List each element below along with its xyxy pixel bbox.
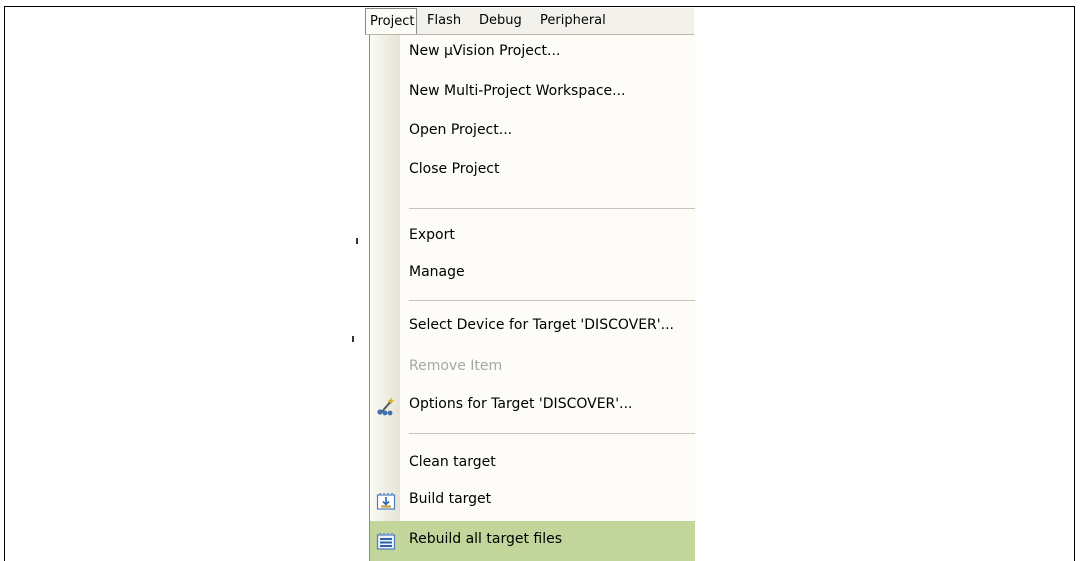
menu-item-export[interactable]: Export [370, 219, 695, 255]
menu-item-label: Clean target [409, 454, 496, 470]
menu-item-new-uvision-project[interactable]: New µVision Project... [370, 35, 695, 71]
menu-item-label: Build target [409, 491, 492, 507]
menu-item-label: Options for Target 'DISCOVER'... [409, 396, 633, 412]
project-dropdown-menu: New µVision Project... New Multi-Project… [369, 35, 695, 561]
menu-item-select-device[interactable]: Select Device for Target 'DISCOVER'... [370, 309, 695, 345]
menubar-item-peripherals[interactable]: Peripheral [540, 8, 694, 34]
menubar-item-label: Debug [479, 13, 522, 28]
menu-item-new-multi-project-workspace[interactable]: New Multi-Project Workspace... [370, 75, 695, 111]
menu-item-options-for-target[interactable]: Options for Target 'DISCOVER'... [370, 388, 695, 424]
menu-item-manage[interactable]: Manage [370, 256, 695, 292]
menu-item-build-target[interactable]: Build target [370, 483, 695, 519]
menu-item-label: Remove Item [409, 358, 503, 374]
menu-item-label: Open Project... [409, 122, 513, 138]
menubar-item-label: Peripheral [540, 13, 606, 28]
menu-item-label: New Multi-Project Workspace... [409, 83, 626, 99]
menu-item-clean-target[interactable]: Clean target [370, 446, 695, 482]
menu-item-label: Select Device for Target 'DISCOVER'... [409, 317, 674, 333]
menu-separator [409, 433, 695, 434]
menu-item-remove-item[interactable]: Remove Item [370, 350, 695, 386]
frame-mark [356, 238, 358, 244]
rebuild-icon [376, 533, 396, 550]
menu-item-label: Export [409, 227, 455, 243]
menu-item-close-project[interactable]: Close Project [370, 153, 695, 189]
menu-separator [409, 208, 695, 209]
menubar-item-label: Project [370, 14, 415, 29]
menu-item-label: New µVision Project... [409, 43, 561, 59]
menu-item-rebuild-all[interactable]: Rebuild all target files [370, 521, 695, 561]
menu-item-label: Rebuild all target files [409, 531, 563, 547]
menubar-item-project[interactable]: Project [365, 8, 417, 34]
menubar-item-label: Flash [427, 13, 462, 28]
options-wand-icon [377, 397, 395, 416]
menu-item-label: Manage [409, 264, 465, 280]
build-icon [376, 493, 396, 510]
menu-separator [409, 300, 695, 301]
menubar: Project Flash Debug Peripheral [365, 8, 694, 35]
menu-item-open-project[interactable]: Open Project... [370, 114, 695, 150]
menubar-item-flash[interactable]: Flash [427, 8, 461, 34]
menu-item-label: Close Project [409, 161, 500, 177]
menubar-item-debug[interactable]: Debug [479, 8, 522, 34]
frame-mark [352, 336, 354, 342]
